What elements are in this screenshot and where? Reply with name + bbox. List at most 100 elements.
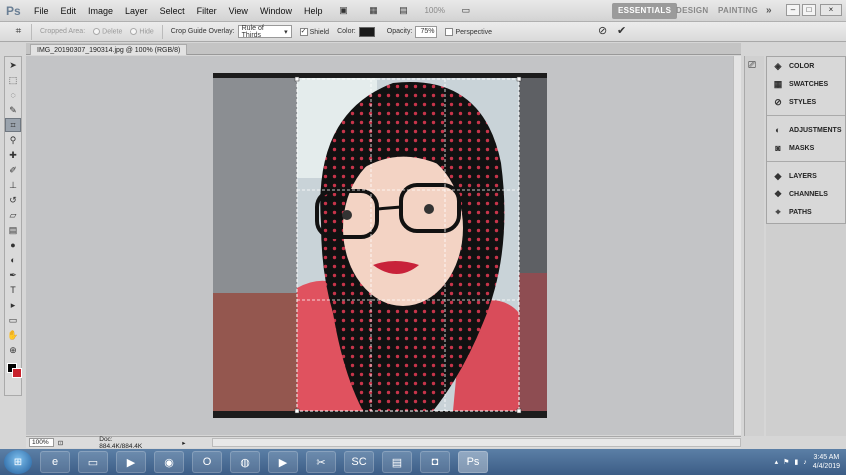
eyedropper-tool-icon[interactable]: ⚲ — [5, 133, 21, 147]
layers-panel-icon: ◆ — [774, 170, 782, 181]
type-tool-icon[interactable]: T — [5, 283, 21, 297]
panel-paths[interactable]: ⌖ PATHS — [771, 205, 811, 219]
workspace-painting[interactable]: PAINTING — [712, 3, 764, 19]
hide-radio[interactable]: Hide — [130, 27, 154, 35]
perspective-checkbox[interactable]: Perspective — [445, 27, 492, 36]
opacity-input[interactable]: 75% — [415, 25, 438, 38]
vertical-scrollbar[interactable] — [733, 56, 741, 435]
crop-tool-icon[interactable]: ⌗ — [5, 118, 21, 132]
internet-explorer-icon[interactable]: e — [40, 451, 70, 473]
windows-taskbar: ⊞ e ▭ ▶ ◉ O ◍ ▶ ✂ SC ▤ ◘ Ps ▴ ⚑ ▮ ♪ 3:45… — [0, 449, 846, 475]
zoom-field[interactable]: 100% — [29, 438, 54, 447]
menu-layer[interactable]: Layer — [119, 0, 154, 22]
app-sc-icon[interactable]: SC — [344, 451, 374, 473]
zoom-tool-icon[interactable]: ⊕ — [5, 343, 21, 357]
file-manager-icon[interactable]: ▭ — [78, 451, 108, 473]
options-bar: ⌗ Cropped Area: Delete Hide Crop Guide O… — [0, 22, 846, 42]
arrange-documents-button[interactable]: ▤ — [392, 3, 414, 19]
panel-swatches[interactable]: ▦ SWATCHES — [771, 77, 828, 91]
commit-checkmark-icon[interactable]: ✔ — [617, 24, 626, 37]
quick-select-tool-icon[interactable]: ✎ — [5, 103, 21, 117]
zoom-level-select[interactable]: 100% — [424, 6, 444, 15]
color-panel-icon: ◈ — [774, 60, 782, 71]
media-player-icon[interactable]: ▶ — [116, 451, 146, 473]
menu-help[interactable]: Help — [298, 0, 329, 22]
guide-overlay-label: Crop Guide Overlay: — [170, 28, 235, 35]
healing-tool-icon[interactable]: ✚ — [5, 148, 21, 162]
clone-stamp-tool-icon[interactable]: ⊥ — [5, 178, 21, 192]
menu-select[interactable]: Select — [154, 0, 191, 22]
marquee-tool-icon[interactable]: ⬚ — [5, 73, 21, 87]
background-color-swatch[interactable] — [12, 368, 22, 378]
shield-color-swatch[interactable] — [358, 26, 375, 37]
panel-adjustments[interactable]: ◐ ADJUSTMENTS — [771, 123, 841, 137]
tray-volume-icon[interactable]: ♪ — [803, 459, 807, 466]
photoshop-icon[interactable]: Ps — [458, 451, 488, 473]
history-brush-tool-icon[interactable]: ↺ — [5, 193, 21, 207]
firefox-icon[interactable]: ◍ — [230, 451, 260, 473]
horizontal-scrollbar[interactable] — [211, 438, 741, 447]
status-menu-arrow-icon[interactable]: ▸ — [182, 439, 185, 447]
menu-file[interactable]: File — [28, 0, 55, 22]
panel-channels[interactable]: ❖ CHANNELS — [771, 187, 828, 201]
camera-app-icon[interactable]: ◘ — [420, 451, 450, 473]
document-image[interactable] — [213, 73, 547, 418]
path-select-tool-icon[interactable]: ▸ — [5, 298, 21, 312]
launch-bridge-button[interactable]: ▣ — [332, 3, 354, 19]
document-size-info: Doc: 884.4K/884.4K — [99, 435, 143, 450]
workspace-essentials[interactable]: ESSENTIALS — [612, 3, 678, 19]
workspace-more-button[interactable]: » — [760, 3, 778, 19]
panel-layers[interactable]: ◆ LAYERS — [771, 169, 817, 183]
chevron-down-icon: ▾ — [284, 28, 288, 36]
hand-tool-icon[interactable]: ✋ — [5, 328, 21, 342]
opera-icon[interactable]: O — [192, 451, 222, 473]
restore-button[interactable]: □ — [802, 4, 816, 16]
dodge-tool-icon[interactable]: ◐ — [5, 253, 21, 267]
delete-radio[interactable]: Delete — [93, 27, 122, 35]
menu-image[interactable]: Image — [82, 0, 119, 22]
lasso-tool-icon[interactable]: ◌ — [5, 88, 21, 102]
cancel-icon[interactable]: ⊘ — [598, 24, 607, 37]
pen-tool-icon[interactable]: ✒ — [5, 268, 21, 282]
start-button[interactable]: ⊞ — [4, 450, 32, 474]
minimize-button[interactable]: – — [786, 4, 800, 16]
tool-preset-picker[interactable]: ⌗ — [6, 23, 32, 40]
blur-tool-icon[interactable]: ● — [5, 238, 21, 252]
screen-mode-icon: ▭ — [461, 5, 471, 15]
adjustments-panel-icon: ◐ — [775, 125, 781, 135]
divider — [161, 24, 163, 39]
view-extras-button[interactable]: ▦ — [362, 3, 384, 19]
workspace-design[interactable]: DESIGN — [670, 3, 714, 19]
menu-window[interactable]: Window — [254, 0, 298, 22]
gradient-tool-icon[interactable]: ▤ — [5, 223, 21, 237]
brush-tool-icon[interactable]: ✐ — [5, 163, 21, 177]
panel-masks[interactable]: ◙ MASKS — [771, 141, 814, 155]
shape-tool-icon[interactable]: ▭ — [5, 313, 21, 327]
tray-network-icon[interactable]: ▮ — [794, 458, 798, 466]
menu-view[interactable]: View — [223, 0, 254, 22]
tray-arrow-icon[interactable]: ▴ — [775, 458, 779, 466]
move-tool-icon[interactable]: ➤ — [5, 58, 21, 72]
color-label: Color: — [337, 28, 356, 35]
menu-edit[interactable]: Edit — [55, 0, 83, 22]
eraser-tool-icon[interactable]: ▱ — [5, 208, 21, 222]
panel-color[interactable]: ◈ COLOR — [771, 59, 815, 73]
panel-dock-collapsed: ⎚ — [744, 56, 764, 436]
system-clock[interactable]: 3:45 AM 4/4/2019 — [813, 453, 840, 471]
chrome-icon[interactable]: ◉ — [154, 451, 184, 473]
screen-mode-button[interactable]: ▭ — [455, 3, 477, 19]
document-tab[interactable]: IMG_20190307_190314.jpg @ 100% (RGB/8) — [30, 44, 188, 55]
status-bar: 100% ⊡ Doc: 884.4K/884.4K ▸ — [26, 435, 741, 450]
app-green-icon[interactable]: ▶ — [268, 451, 298, 473]
close-button[interactable]: × — [820, 4, 842, 16]
paint-icon[interactable]: ✂ — [306, 451, 336, 473]
guide-overlay-select[interactable]: Rule of Thirds ▾ — [237, 25, 292, 39]
tray-flag-icon[interactable]: ⚑ — [783, 458, 789, 466]
panel-styles[interactable]: ⊘ STYLES — [771, 95, 816, 109]
menu-filter[interactable]: Filter — [191, 0, 223, 22]
arrange-icon: ▤ — [399, 5, 408, 15]
history-panel-icon[interactable]: ⎚ — [748, 60, 761, 71]
document-viewer-icon[interactable]: ▤ — [382, 451, 412, 473]
shield-checkbox[interactable]: ✓ Shield — [299, 27, 329, 36]
crop-tool-icon: ⌗ — [15, 26, 22, 37]
